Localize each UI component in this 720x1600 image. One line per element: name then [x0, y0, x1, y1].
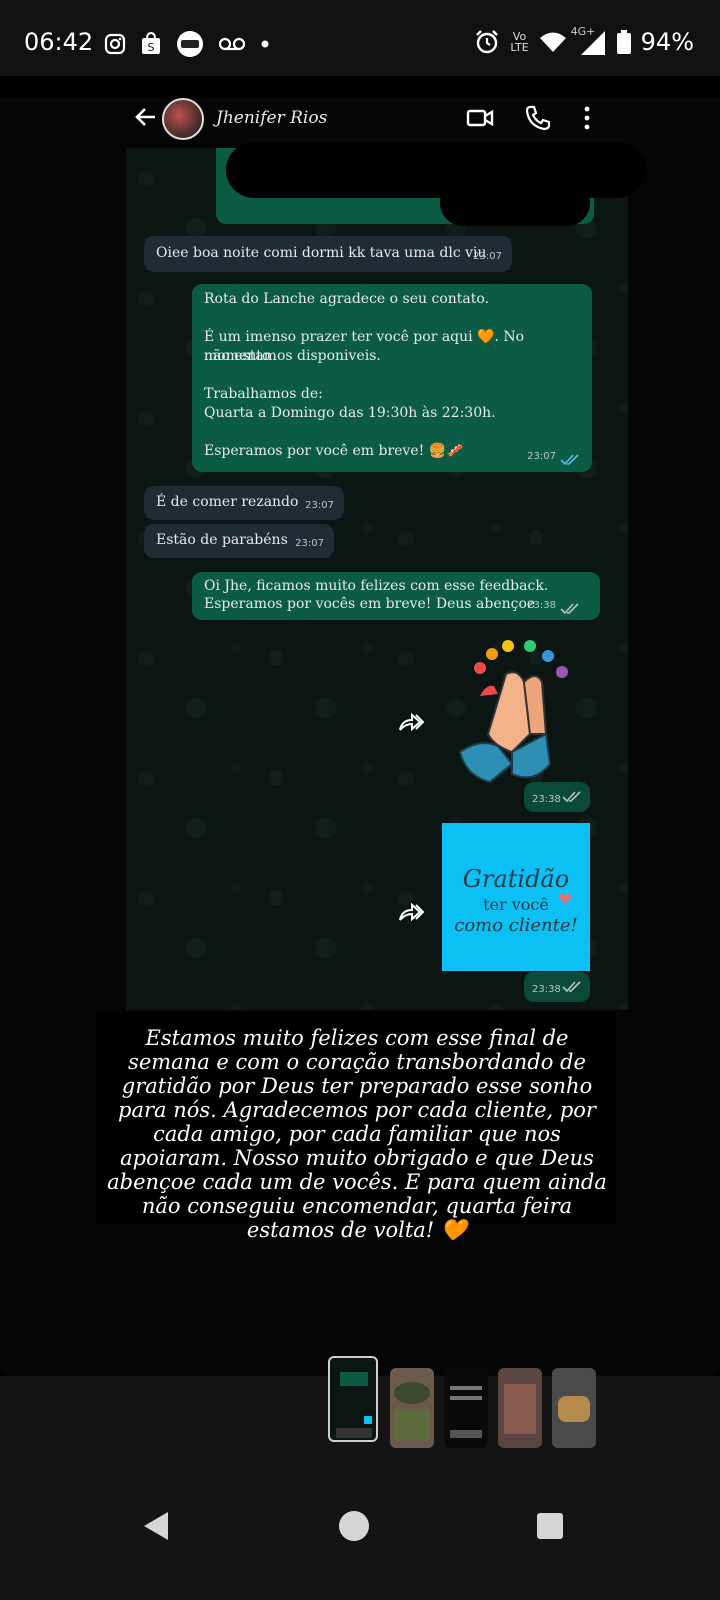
nav-back-icon[interactable] [142, 1510, 170, 1542]
video-call-icon [466, 109, 494, 127]
message-text: Estão de parabéns [156, 532, 288, 548]
message-line [204, 309, 580, 328]
instagram-icon [104, 33, 126, 55]
thumb-chat-active[interactable] [328, 1356, 378, 1442]
image-time-pill: 23:38 [524, 972, 590, 1002]
message-incoming: Estão de parabéns 23:07 [144, 524, 334, 558]
dot-icon [261, 40, 269, 48]
message-outgoing: Rota do Lanche agradece o seu contato. É… [192, 284, 592, 472]
forward-icon [399, 712, 424, 732]
message-line [204, 366, 580, 385]
image-text: Gratidão [462, 865, 570, 893]
volte-icon: Vo LTE [510, 31, 528, 53]
nav-home-icon[interactable] [338, 1510, 370, 1542]
notification-icons: S [104, 30, 270, 58]
shopee-icon: S [142, 32, 160, 54]
system-icons: Vo LTE 4G+ 94% [474, 25, 694, 56]
message-time: 23:38 [532, 984, 561, 995]
delivered-ticks-icon [562, 981, 581, 993]
message-incoming: É de comer rezando 23:07 [144, 486, 344, 520]
forward-icon [399, 902, 424, 922]
thumb-sandwich[interactable] [552, 1368, 596, 1448]
thumb-food[interactable] [390, 1368, 434, 1448]
phone-icon [525, 105, 551, 131]
volte-label-bottom: LTE [510, 41, 529, 54]
message-line: Quarta a Domingo das 19:30h às 22:30h. [204, 405, 496, 421]
message-text: Oiee boa noite comi dormi kk tava uma dl… [156, 245, 487, 261]
message-line: Trabalhamos de: [204, 386, 323, 402]
message-time: 23:07 [305, 500, 334, 511]
more-options-icon [584, 106, 590, 130]
message-line [204, 423, 580, 442]
status-bar: 06:42 S Vo LTE 4G+ 94% [0, 0, 720, 76]
message-time: 23:07 [473, 251, 502, 262]
message-text: É de comer rezando [156, 494, 299, 510]
praying-hands-sticker [458, 640, 568, 784]
sticker-time-pill: 23:38 [524, 782, 590, 812]
app-badge-icon [177, 31, 203, 57]
thumb-photo[interactable] [498, 1368, 542, 1448]
image-text: como cliente! [454, 915, 578, 936]
delivered-ticks-icon [560, 603, 579, 615]
svg-text:S: S [148, 41, 155, 54]
wifi-icon [539, 32, 566, 52]
battery-percent: 94% [640, 28, 694, 56]
message-outgoing: Oi Jhe, ficamos muito felizes com esse f… [192, 572, 600, 620]
voicemail-icon [218, 37, 246, 51]
delivered-ticks-icon [562, 791, 581, 803]
heart-icon [558, 894, 572, 904]
back-arrow-icon [135, 108, 155, 126]
message-time: 23:38 [532, 794, 561, 805]
battery-icon [616, 30, 631, 54]
redaction-mark [440, 180, 590, 226]
message-line: Oi Jhe, ficamos muito felizes com esse f… [204, 578, 549, 594]
alarm-icon [476, 30, 499, 54]
message-line: Esperamos por você em breve! 🍔🥓 [204, 443, 464, 459]
message-incoming: Oiee boa noite comi dormi kk tava uma dl… [144, 236, 512, 272]
message-line: Rota do Lanche agradece o seu contato. [204, 291, 489, 307]
gratitude-image: Gratidão ter você como cliente! [442, 823, 590, 971]
message-line: É um imenso prazer ter você por aqui 🧡. … [204, 329, 525, 364]
contact-name: Jhenifer Rios [216, 108, 328, 128]
thumb-text[interactable] [444, 1368, 488, 1448]
story-caption: Estamos muito felizes com esse final de … [107, 1026, 607, 1242]
message-time: 23:07 [527, 451, 556, 462]
read-ticks-icon [560, 454, 579, 466]
avatar [162, 98, 204, 140]
message-time: 23:38 [527, 600, 556, 611]
message-line: não estamos disponiveis. [204, 348, 381, 364]
message-time: 23:07 [295, 538, 324, 549]
signal-icon: 4G+ [571, 25, 607, 55]
status-time: 06:42 [24, 28, 94, 56]
nav-recents-icon[interactable] [536, 1512, 564, 1540]
